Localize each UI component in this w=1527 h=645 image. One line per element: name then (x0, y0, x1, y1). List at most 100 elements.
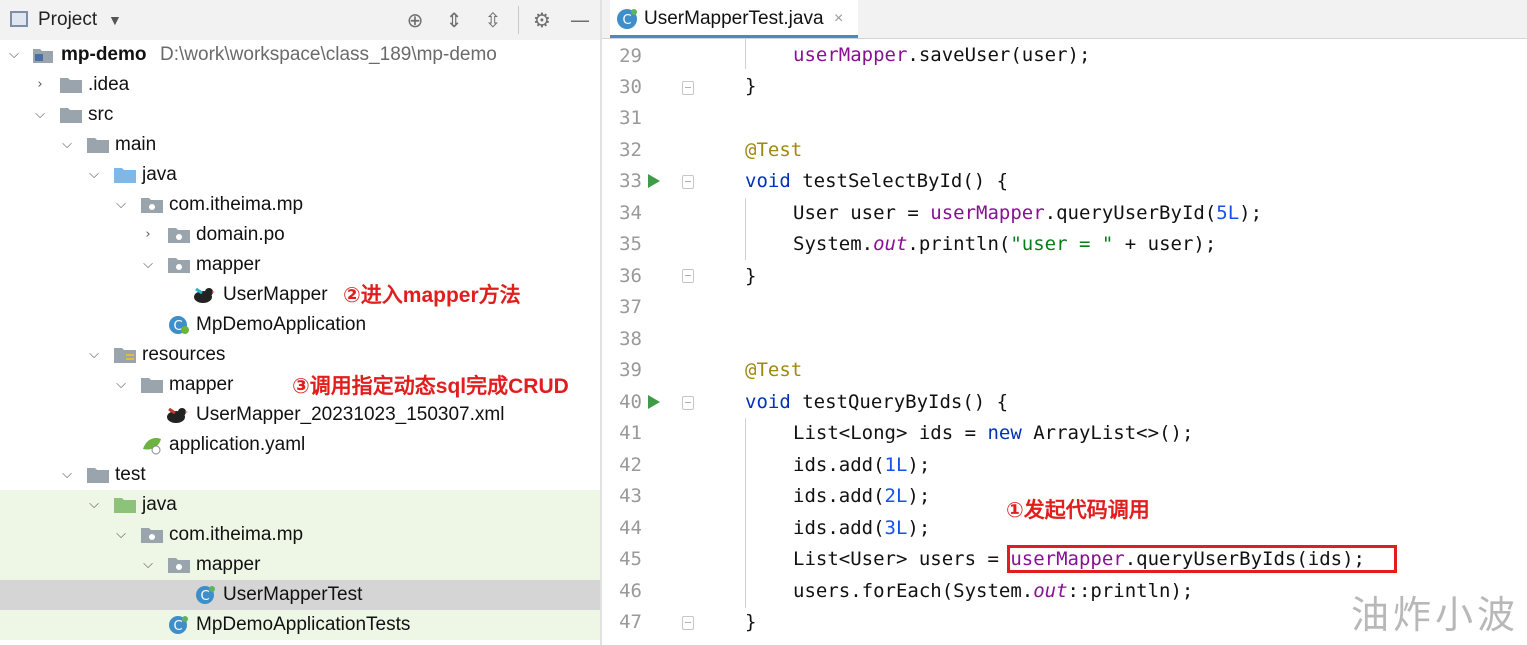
tree-item-label: MpDemoApplicationTests (196, 614, 411, 635)
code-line-41[interactable]: List<Long> ids = new ArrayList<>(); (793, 418, 1193, 449)
fold-icon[interactable] (682, 81, 694, 95)
chevron-down-icon[interactable]: ⌵ (57, 463, 77, 487)
resources-folder-icon (114, 345, 136, 365)
svg-text:C: C (173, 619, 182, 634)
line-number: 33 (619, 170, 642, 192)
tree-item-label: mapper (196, 254, 261, 275)
fold-icon[interactable] (682, 616, 694, 630)
run-test-icon[interactable] (648, 174, 660, 188)
folder-icon (60, 75, 82, 95)
tree-item-label: UserMapper (223, 284, 328, 305)
chevron-right-icon[interactable]: › (138, 223, 158, 247)
expand-all-icon[interactable]: ⇕ (442, 8, 466, 32)
chevron-down-icon[interactable]: ⌵ (84, 343, 104, 367)
tree-item-mapper[interactable]: ⌵ mapper (0, 250, 600, 280)
fold-icon[interactable] (682, 269, 694, 283)
folder-icon (87, 135, 109, 155)
code-line-39[interactable]: @Test (745, 355, 802, 386)
chevron-down-icon[interactable]: ⌵ (4, 43, 24, 67)
tree-item-usermappertest[interactable]: C UserMapperTest (0, 580, 600, 610)
fold-icon[interactable] (682, 396, 694, 410)
test-class-icon: C (168, 615, 190, 635)
chevron-down-icon[interactable]: ⌵ (111, 523, 131, 547)
code-line-46[interactable]: users.forEach(System.out::println); (793, 576, 1193, 607)
code-line-34[interactable]: User user = userMapper.queryUserById(5L)… (793, 198, 1262, 229)
close-icon[interactable]: × (834, 7, 843, 31)
tree-item-main[interactable]: ⌵ main (0, 130, 600, 160)
indent-guide (745, 418, 746, 608)
code-line-29[interactable]: userMapper.saveUser(user); (793, 40, 1090, 71)
tree-item-label: application.yaml (169, 434, 306, 455)
tree-item-application-yaml[interactable]: application.yaml (0, 430, 600, 460)
code-line-32[interactable]: @Test (745, 135, 802, 166)
line-number: 47 (619, 611, 642, 633)
tree-item-mpdemoapplication[interactable]: C MpDemoApplication (0, 310, 600, 340)
run-test-icon[interactable] (648, 395, 660, 409)
gear-icon[interactable]: ⚙ (530, 8, 554, 32)
tree-item-label: java (142, 164, 177, 185)
chevron-down-icon[interactable]: ⌵ (138, 253, 158, 277)
annotation-step2: ②进入mapper方法 (343, 284, 521, 307)
code-line-40[interactable]: void testQueryByIds() { (745, 387, 1008, 418)
annotation-step1: ①发起代码调用 (1006, 499, 1150, 522)
tree-item-label: mapper (196, 554, 261, 575)
tree-item-java[interactable]: ⌵ java (0, 160, 600, 190)
target-icon[interactable]: ⊕ (403, 8, 427, 32)
project-panel: Project ▼ ⊕ ⇕ ⇳ ⚙ — ⌵ mp-demo D:\work\wo… (0, 0, 600, 645)
chevron-down-icon[interactable]: ⌵ (84, 493, 104, 517)
package-icon (168, 555, 190, 575)
package-icon (168, 225, 190, 245)
project-title[interactable]: Project (38, 8, 97, 32)
tree-item-label: UserMapper_20231023_150307.xml (196, 404, 505, 425)
code-line-42[interactable]: ids.add(1L); (793, 450, 930, 481)
tree-item-src[interactable]: ⌵ src (0, 100, 600, 130)
fold-icon[interactable] (682, 175, 694, 189)
tree-item-resources[interactable]: ⌵ resources (0, 340, 600, 370)
svg-text:C: C (200, 589, 209, 604)
chevron-down-icon[interactable]: ⌵ (84, 163, 104, 187)
tree-item-test-java[interactable]: ⌵ java (0, 490, 600, 520)
chevron-right-icon[interactable]: › (30, 73, 50, 97)
chevron-down-icon[interactable]: ⌵ (111, 193, 131, 217)
chevron-down-icon[interactable]: ⌵ (111, 373, 131, 397)
folder-icon (87, 465, 109, 485)
tree-item-package[interactable]: ⌵ com.itheima.mp (0, 190, 600, 220)
project-header: Project ▼ ⊕ ⇕ ⇳ ⚙ — (0, 0, 600, 40)
chevron-down-icon[interactable]: ⌵ (30, 103, 50, 127)
code-line-43[interactable]: ids.add(2L); (793, 481, 930, 512)
caret-down-icon[interactable]: ▼ (108, 8, 122, 32)
collapse-all-icon[interactable]: ⇳ (481, 8, 505, 32)
tree-item-usermapper-xml[interactable]: UserMapper_20231023_150307.xml (0, 400, 600, 430)
package-icon (168, 255, 190, 275)
spring-yaml-icon (141, 435, 163, 455)
minimize-icon[interactable]: — (568, 8, 592, 32)
tree-item-test[interactable]: ⌵ test (0, 460, 600, 490)
package-icon (141, 195, 163, 215)
code-line-33[interactable]: void testSelectById() { (745, 166, 1008, 197)
code-line-30[interactable]: } (745, 71, 756, 102)
line-gutter: 29 30 31 32 33 34 35 36 37 38 39 40 41 4… (602, 39, 742, 645)
tree-item-test-package[interactable]: ⌵ com.itheima.mp (0, 520, 600, 550)
line-number: 46 (619, 580, 642, 602)
tree-item-mpdemoapplicationtests[interactable]: C MpDemoApplicationTests (0, 610, 600, 640)
code-line-44[interactable]: ids.add(3L); (793, 513, 930, 544)
tab-usermappertest[interactable]: C UserMapperTest.java × (610, 0, 858, 38)
tree-item-mp-demo[interactable]: ⌵ mp-demo D:\work\workspace\class_189\mp… (0, 40, 600, 70)
chevron-down-icon[interactable]: ⌵ (57, 133, 77, 157)
svg-text:C: C (173, 319, 182, 334)
tree-item-test-mapper[interactable]: ⌵ mapper (0, 550, 600, 580)
mybatis-xml-icon (166, 405, 188, 425)
code-line-36[interactable]: } (745, 261, 756, 292)
code-line-47[interactable]: } (745, 607, 756, 638)
tree-item-label: MpDemoApplication (196, 314, 367, 335)
line-number: 31 (619, 107, 642, 129)
code-line-35[interactable]: System.out.println("user = " + user); (793, 229, 1216, 260)
package-icon (141, 525, 163, 545)
tree-item-domain-po[interactable]: › domain.po (0, 220, 600, 250)
tree-item-label: com.itheima.mp (169, 524, 304, 545)
line-number: 29 (619, 45, 642, 67)
source-folder-icon (114, 165, 136, 185)
tree-item-idea[interactable]: › .idea (0, 70, 600, 100)
mybatis-bird-icon (193, 285, 215, 305)
chevron-down-icon[interactable]: ⌵ (138, 553, 158, 577)
